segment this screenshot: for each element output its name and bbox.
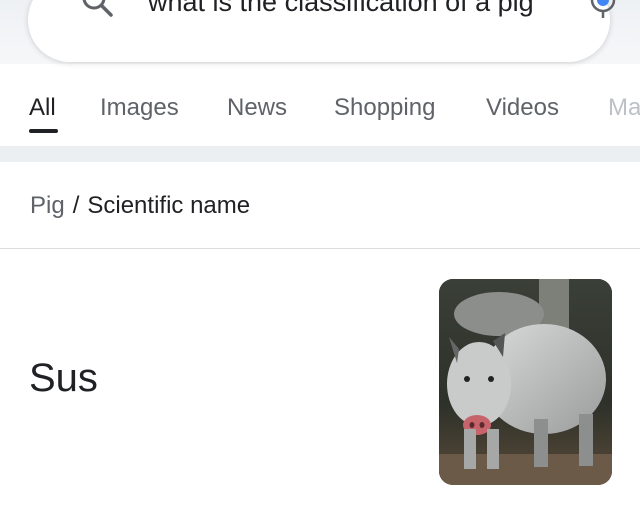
active-tab-indicator [29,129,58,133]
answer-text: Sus [29,356,98,400]
breadcrumb: Pig / Scientific name [30,190,250,222]
search-tabs: All Images News Shopping Videos Ma [0,84,640,140]
tab-all[interactable]: All [29,92,56,124]
search-header: what is the classification of a pig [0,0,640,64]
tab-videos[interactable]: Videos [486,92,559,124]
microphone-icon[interactable] [587,0,619,22]
breadcrumb-current: Scientific name [87,192,251,219]
breadcrumb-link-pig[interactable]: Pig [30,192,65,219]
search-input[interactable]: what is the classification of a pig [148,0,534,22]
search-icon[interactable] [80,0,116,20]
section-separator [0,146,640,162]
tab-more[interactable]: Ma [608,92,640,124]
tab-shopping[interactable]: Shopping [334,92,435,124]
breadcrumb-separator: / [72,192,80,219]
search-bar[interactable]: what is the classification of a pig [28,0,616,62]
pig-thumbnail[interactable] [439,279,612,485]
tab-images[interactable]: Images [100,92,179,124]
divider [0,248,640,249]
tab-news[interactable]: News [227,92,287,124]
